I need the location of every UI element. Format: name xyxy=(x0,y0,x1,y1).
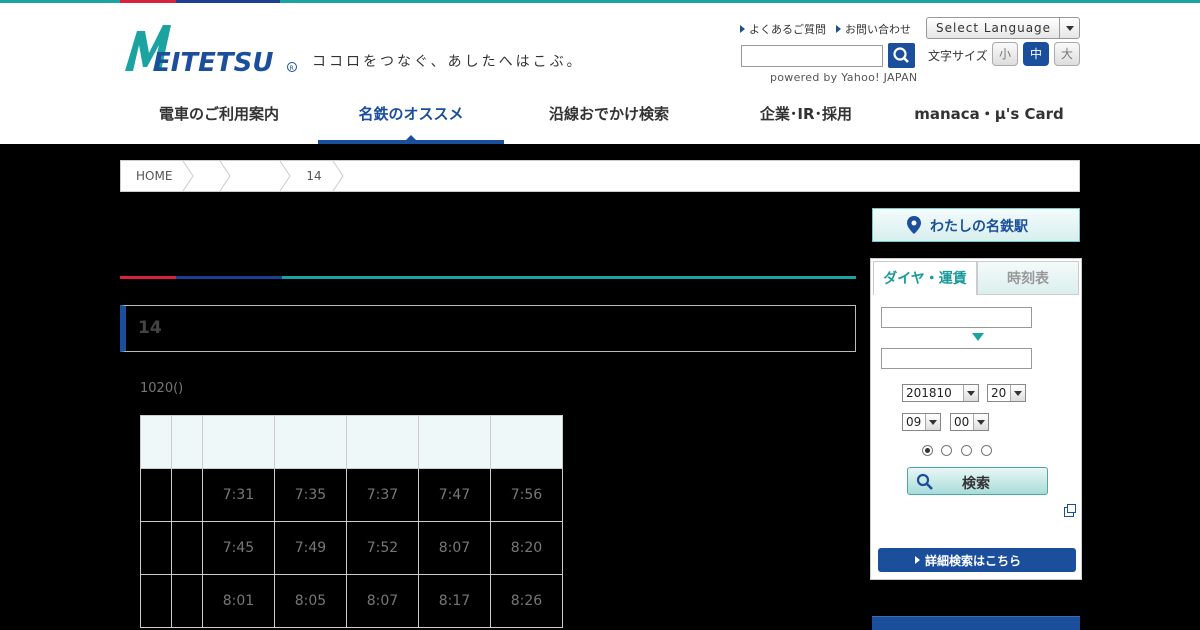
faq-link[interactable]: よくあるご質問 xyxy=(740,21,826,37)
radio-option-1[interactable] xyxy=(922,445,933,456)
sidebar-next-banner[interactable] xyxy=(872,616,1080,630)
fontsize-medium-button[interactable]: 中 xyxy=(1023,42,1049,66)
to-station-input[interactable] xyxy=(881,348,1032,369)
arrow-down-icon xyxy=(972,333,984,341)
my-station-button[interactable]: わたしの名鉄駅 xyxy=(872,208,1080,242)
global-nav: 電車のご利用案内 名鉄のオススメ 沿線おでかけ検索 企業･IR･採用 manac… xyxy=(120,91,1080,144)
radio-option-2[interactable] xyxy=(941,445,952,456)
day-select[interactable]: 20 xyxy=(987,384,1026,402)
hour-select[interactable]: 09 xyxy=(902,413,941,431)
breadcrumb-separator-icon xyxy=(219,161,232,191)
table-row: 7:45 7:49 7:52 8:07 8:20 xyxy=(140,521,563,575)
meitetsu-logo[interactable]: EITETSU R xyxy=(123,23,299,75)
chevron-down-icon xyxy=(1059,18,1079,38)
table-row: 8:01 8:05 8:07 8:17 8:26 xyxy=(140,574,563,628)
chevron-down-icon xyxy=(963,385,978,401)
map-pin-icon xyxy=(907,216,921,234)
section-heading: 14 xyxy=(120,305,856,352)
radio-option-3[interactable] xyxy=(961,445,972,456)
timetable-header-row xyxy=(140,415,563,469)
external-window-icon[interactable] xyxy=(1064,504,1076,517)
breadcrumb-home[interactable]: HOME xyxy=(121,161,195,191)
search-icon xyxy=(916,473,933,490)
breadcrumb-item[interactable] xyxy=(231,161,292,191)
search-icon xyxy=(893,47,909,63)
from-station-input[interactable] xyxy=(881,307,1032,328)
gnav-outing-search[interactable]: 沿線おでかけ検索 xyxy=(504,91,714,144)
arrow-right-icon xyxy=(740,25,745,33)
title-underline xyxy=(120,276,856,279)
breadcrumb: HOME 14 xyxy=(120,160,1080,192)
svg-text:EITETSU: EITETSU xyxy=(153,48,274,75)
detail-search-button[interactable]: 詳細検索はこちら xyxy=(878,548,1076,572)
tab-timetable[interactable]: 時刻表 xyxy=(977,261,1079,295)
svg-text:R: R xyxy=(290,65,294,72)
gnav-train-guide[interactable]: 電車のご利用案内 xyxy=(120,91,318,144)
powered-by-text: powered by Yahoo! JAPAN xyxy=(770,71,918,84)
breadcrumb-separator-icon xyxy=(332,161,344,191)
gnav-recommend[interactable]: 名鉄のオススメ xyxy=(318,91,504,144)
breadcrumb-current: 14 xyxy=(291,161,344,191)
route-search-widget: ダイヤ・運賃 時刻表 201810 20 09 00 検索 詳細検索はこちら xyxy=(870,258,1082,580)
fontsize-large-button[interactable]: 大 xyxy=(1054,42,1080,66)
site-search-button[interactable] xyxy=(888,43,915,68)
breadcrumb-separator-icon xyxy=(182,161,195,191)
chevron-down-icon xyxy=(973,414,988,430)
minute-select[interactable]: 00 xyxy=(950,413,989,431)
tab-dia-fare[interactable]: ダイヤ・運賃 xyxy=(873,261,977,295)
tagline: ココロをつなぐ、あしたへはこぶ。 xyxy=(312,54,584,70)
breadcrumb-separator-icon xyxy=(279,161,292,191)
chevron-down-icon xyxy=(1010,385,1025,401)
timetable: 7:31 7:35 7:37 7:47 7:56 7:45 7:49 7:52 8:07… xyxy=(140,415,563,628)
radio-option-4[interactable] xyxy=(981,445,992,456)
gnav-corporate[interactable]: 企業･IR･採用 xyxy=(714,91,898,144)
site-header: EITETSU R ココロをつなぐ、あしたへはこぶ。 よくあるご質問 お問い合わ… xyxy=(0,3,1200,144)
breadcrumb-item[interactable] xyxy=(194,161,232,191)
site-search-input[interactable] xyxy=(741,45,883,67)
fontsize-label: 文字サイズ xyxy=(928,49,988,63)
date-note: 1020() xyxy=(140,381,184,396)
route-search-tabs: ダイヤ・運賃 時刻表 xyxy=(873,261,1079,295)
contact-link[interactable]: お問い合わせ xyxy=(836,21,911,37)
gnav-manaca[interactable]: manaca・μ's Card xyxy=(898,91,1080,144)
year-month-select[interactable]: 201810 xyxy=(902,384,979,402)
route-search-button[interactable]: 検索 xyxy=(907,467,1048,495)
table-row: 7:31 7:35 7:37 7:47 7:56 xyxy=(140,468,563,522)
language-select[interactable]: Select Language xyxy=(926,17,1080,39)
arrow-right-icon xyxy=(836,25,841,33)
arrow-right-icon xyxy=(915,556,920,564)
fontsize-small-button[interactable]: 小 xyxy=(992,42,1018,66)
chevron-down-icon xyxy=(925,414,940,430)
utility-links: よくあるご質問 お問い合わせ xyxy=(740,21,911,37)
